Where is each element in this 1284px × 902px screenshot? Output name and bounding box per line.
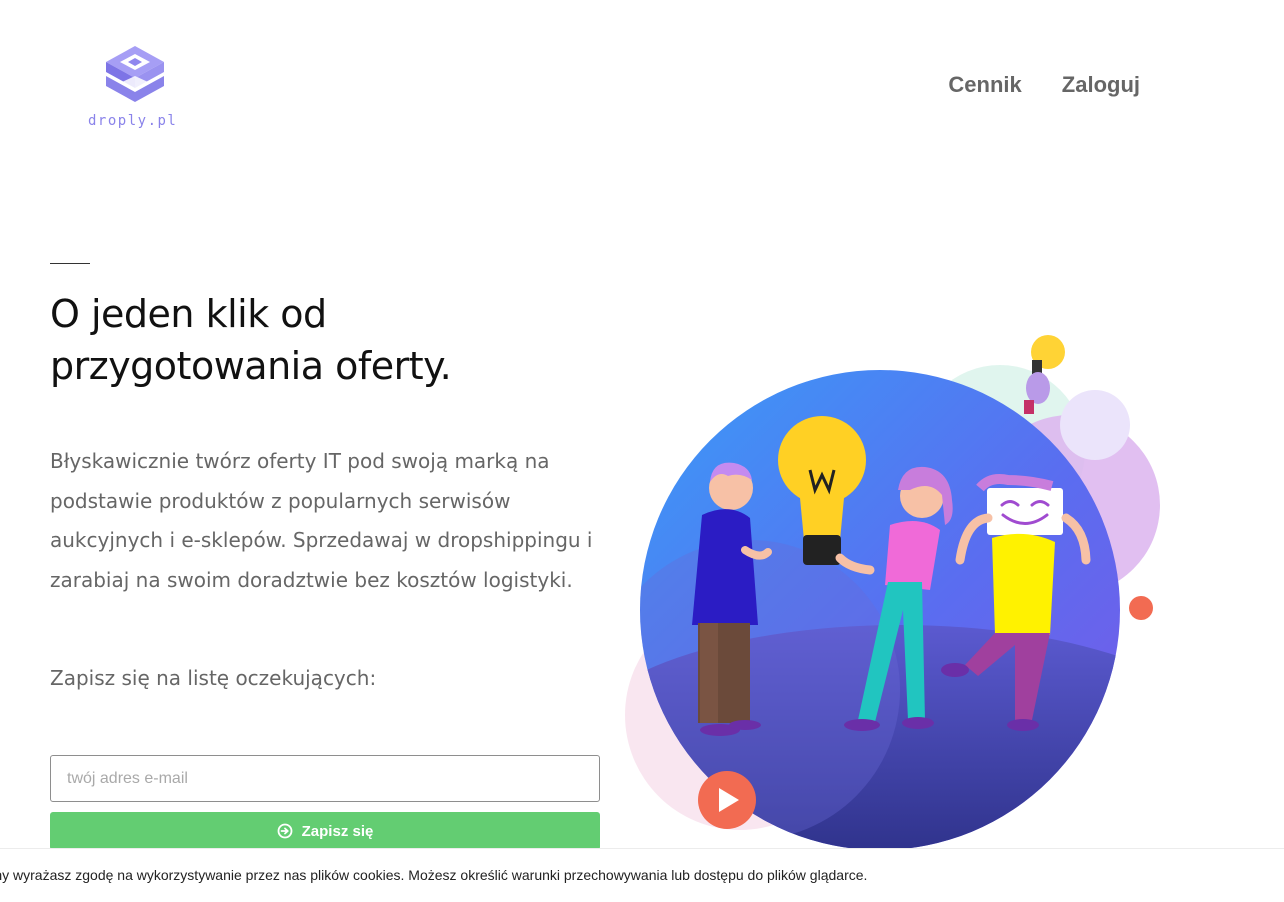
hero-description: Błyskawicznie twórz oferty IT pod swoją … [50,449,593,592]
subscribe-button[interactable]: Zapisz się [50,812,600,850]
coral-dot [1129,596,1153,620]
page-title: O jeden klik od przygotowania oferty. [50,288,610,392]
cookie-text: trony wyrażasz zgodę na wykorzystywanie … [0,867,868,883]
arrow-circle-right-icon [277,823,293,839]
headline-divider [50,263,90,264]
email-field-wrapper [50,755,600,802]
logo[interactable]: droply.pl [86,44,186,134]
logo-text: droply.pl [88,113,178,129]
subscribe-button-label: Zapisz się [301,822,374,840]
cookie-banner: trony wyrażasz zgodę na wykorzystywanie … [0,848,1284,902]
droply-logo-icon [106,46,164,102]
nav-link-pricing[interactable]: Cennik [948,72,1021,98]
page-title-line-1: O jeden klik od [50,292,327,336]
play-video-button[interactable] [698,771,756,829]
bg-blob-lavender [1060,390,1130,460]
subscribe-label: Zapisz się na listę oczekujących: [50,666,377,690]
nav-link-login[interactable]: Zaloguj [1062,72,1140,98]
top-nav: Cennik Zaloguj [948,72,1140,98]
email-field[interactable] [51,756,599,801]
page-title-line-2: przygotowania oferty. [50,344,452,388]
hero-illustration [625,335,1160,848]
